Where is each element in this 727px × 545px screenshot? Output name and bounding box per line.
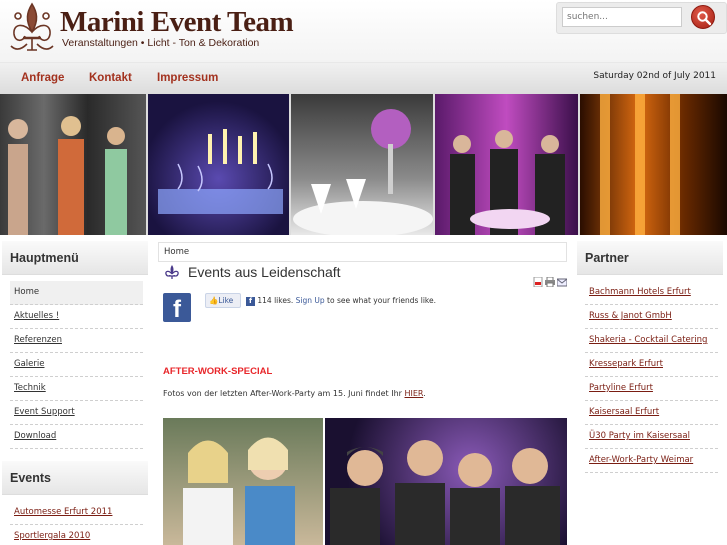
- partner-item[interactable]: Partyline Erfurt: [585, 377, 718, 401]
- hier-link[interactable]: HIER: [404, 389, 423, 398]
- fleur-de-lis-icon: [164, 264, 180, 284]
- partner-box: Partner Bachmann Hotels Erfurt Russ & Ja…: [577, 241, 723, 481]
- facebook-like-text: f 114 likes. Sign Up to see what your fr…: [246, 296, 436, 306]
- signup-link[interactable]: Sign Up: [296, 296, 325, 305]
- main-menu-title: Hauptmenü: [2, 241, 148, 275]
- search-icon: [697, 11, 712, 26]
- menu-item-event-support[interactable]: Event Support: [10, 401, 143, 425]
- events-box: Events Automesse Erfurt 2011 Sportlergal…: [2, 461, 148, 545]
- menu-item-galerie[interactable]: Galerie: [10, 353, 143, 377]
- facebook-like-button[interactable]: 👍Like: [205, 293, 241, 308]
- main-menu-box: Hauptmenü Home Aktuelles ! Referenzen Ga…: [2, 241, 148, 455]
- banner-photo-table-setting: [291, 94, 435, 235]
- search-button[interactable]: [691, 5, 715, 29]
- menu-item-aktuelles[interactable]: Aktuelles !: [10, 305, 143, 329]
- search-input[interactable]: [562, 7, 682, 27]
- banner-photo-fashion-show: [0, 94, 148, 235]
- events-item[interactable]: Sportlergala 2010: [10, 525, 143, 545]
- events-title: Events: [2, 461, 148, 495]
- partner-item[interactable]: Kaisersaal Erfurt: [585, 401, 718, 425]
- like-count: 114 likes.: [257, 296, 294, 305]
- party-photo-men[interactable]: [325, 418, 567, 545]
- menu-item-download[interactable]: Download: [10, 425, 143, 449]
- print-icon[interactable]: [545, 272, 555, 288]
- partner-item[interactable]: Kressepark Erfurt: [585, 353, 718, 377]
- partner-item[interactable]: Bachmann Hotels Erfurt: [585, 281, 718, 305]
- site-header: Marini Event Team Veranstaltungen • Lich…: [0, 0, 727, 62]
- like-label: Like: [218, 296, 234, 305]
- breadcrumb[interactable]: Home: [158, 242, 567, 262]
- partner-item[interactable]: Ü30 Party im Kaisersaal: [585, 425, 718, 449]
- section-heading: AFTER-WORK-SPECIAL: [163, 366, 273, 377]
- fleur-de-lis-logo-icon[interactable]: [9, 2, 55, 54]
- menu-item-technik[interactable]: Technik: [10, 377, 143, 401]
- facebook-icon[interactable]: f: [163, 293, 191, 322]
- section-text-body: Fotos von der letzten After-Work-Party a…: [163, 389, 402, 398]
- header-banner: [0, 94, 727, 235]
- article-title: Events aus Leidenschaft: [188, 264, 341, 280]
- current-date: Saturday 02nd of July 2011: [593, 71, 716, 81]
- partner-item[interactable]: After-Work-Party Weimar: [585, 449, 718, 473]
- party-photo-women[interactable]: [163, 418, 323, 545]
- site-title[interactable]: Marini Event Team: [60, 6, 294, 39]
- nav-kontakt[interactable]: Kontakt: [89, 72, 132, 84]
- menu-item-referenzen[interactable]: Referenzen: [10, 329, 143, 353]
- email-icon[interactable]: [556, 272, 568, 287]
- thumbs-up-icon: 👍: [209, 296, 219, 305]
- menu-item-home[interactable]: Home: [10, 281, 143, 305]
- events-item[interactable]: Automesse Erfurt 2011: [10, 501, 143, 525]
- like-suffix: to see what your friends like.: [327, 296, 436, 305]
- banner-photo-candles: [148, 94, 291, 235]
- partner-title: Partner: [577, 241, 723, 275]
- partner-item[interactable]: Russ & Janot GmbH: [585, 305, 718, 329]
- partner-item[interactable]: Shakeria - Cocktail Catering: [585, 329, 718, 353]
- section-text: Fotos von der letzten After-Work-Party a…: [163, 389, 426, 398]
- site-subtitle: Veranstaltungen • Licht - Ton & Dekorati…: [62, 37, 260, 49]
- top-navigation: Anfrage Kontakt Impressum Saturday 02nd …: [0, 62, 727, 94]
- banner-photo-party-guests: [435, 94, 580, 235]
- nav-anfrage[interactable]: Anfrage: [21, 72, 64, 84]
- nav-impressum[interactable]: Impressum: [157, 72, 218, 84]
- section-text-end: .: [423, 389, 426, 398]
- banner-photo-lit-building: [580, 94, 727, 235]
- pdf-icon[interactable]: [533, 272, 543, 288]
- facebook-small-icon: f: [246, 297, 255, 306]
